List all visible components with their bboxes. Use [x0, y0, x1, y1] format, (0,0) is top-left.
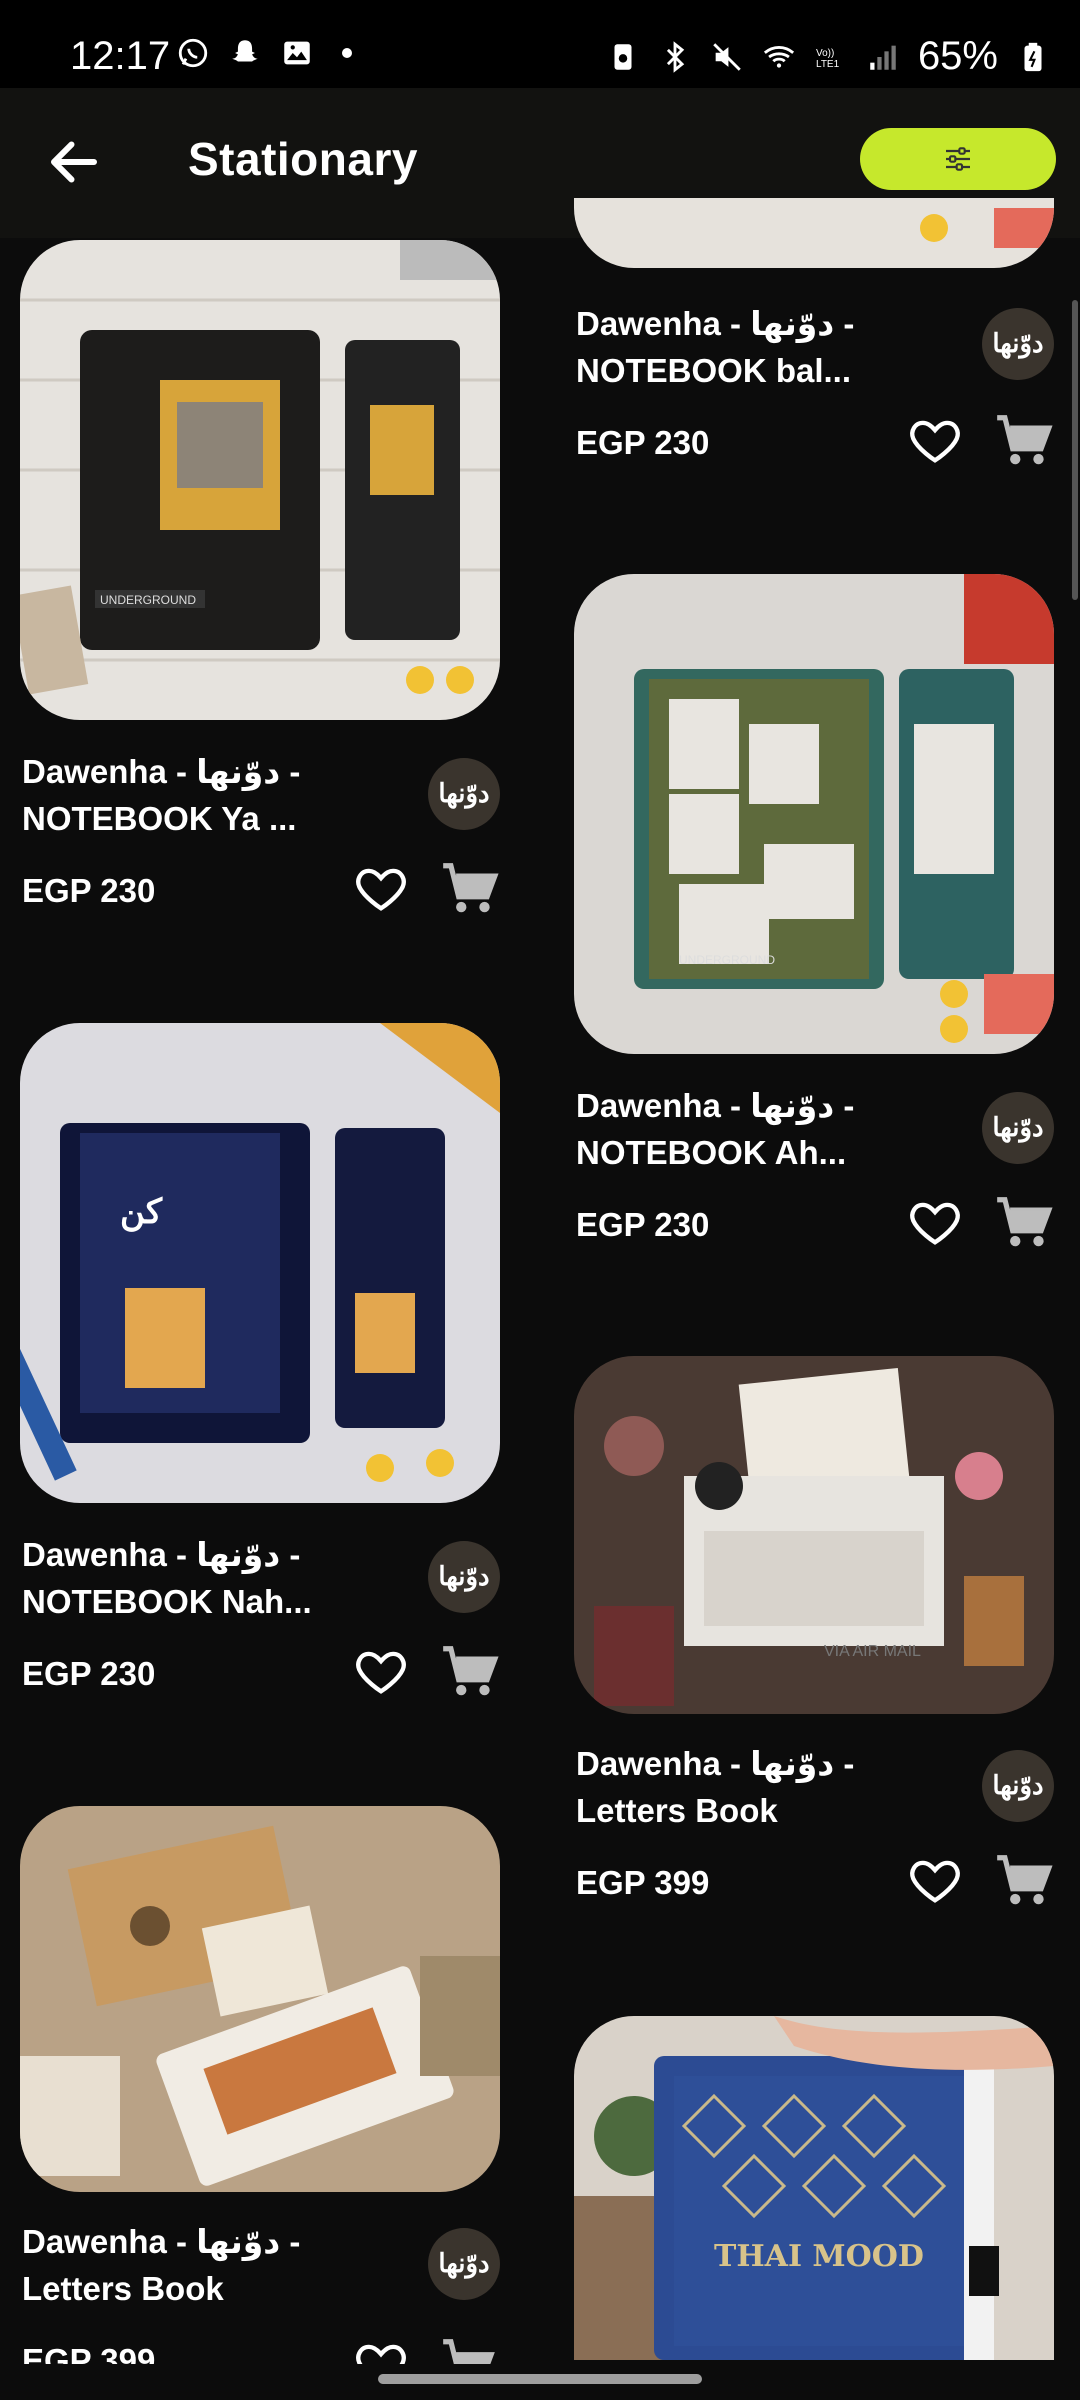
product-name-line2: Letters Book: [576, 1792, 778, 1829]
product-name-line1: Dawenha - دوّنها -: [22, 2223, 301, 2260]
product-price: EGP 230: [22, 872, 156, 909]
whatsapp-icon: [178, 38, 208, 68]
scroll-indicator[interactable]: [1072, 300, 1078, 600]
product-name-line1: Dawenha - دوّنها -: [22, 1536, 301, 1573]
cart-icon[interactable]: [438, 1641, 500, 1703]
product-name-line2: NOTEBOOK bal...: [576, 352, 852, 389]
brand-logo[interactable]: دوّنها: [428, 758, 500, 830]
product-price: EGP 399: [22, 2342, 156, 2364]
wifi-icon: [763, 45, 795, 68]
status-time: 12:17: [70, 34, 171, 78]
gesture-navigation-bar[interactable]: [378, 2374, 702, 2384]
product-price: EGP 230: [22, 1655, 156, 1692]
page-title: Stationary: [188, 133, 418, 185]
heart-icon[interactable]: [352, 860, 410, 918]
product-name-line2: Letters Book: [22, 2270, 224, 2307]
product-image[interactable]: UNDERGROUND: [20, 240, 500, 720]
signal-icon: [870, 45, 896, 70]
product-image[interactable]: [574, 198, 1054, 268]
brand-logo[interactable]: دوّنها: [982, 1750, 1054, 1822]
cart-icon[interactable]: [992, 1192, 1054, 1254]
product-image[interactable]: كن: [20, 1023, 500, 1503]
svg-text:Vo)): Vo)): [816, 48, 834, 59]
product-name-line2: NOTEBOOK Nah...: [22, 1583, 312, 1620]
product-name-line1: Dawenha - دوّنها -: [576, 1087, 855, 1124]
lte-icon: Vo))LTE1: [816, 48, 840, 70]
status-bar: 12:17 Vo)) LTE1 65%: [0, 0, 1080, 88]
svg-text:كن: كن: [120, 1192, 163, 1232]
bluetooth-icon: [666, 40, 685, 73]
sliders-icon: [946, 147, 970, 171]
product-name-line1: Dawenha - دوّنها -: [576, 305, 855, 342]
product-name-line2: NOTEBOOK Ah...: [576, 1134, 847, 1171]
notebook-brand-text: UNDERGROUND: [100, 593, 196, 607]
mute-icon: [713, 42, 741, 71]
snapchat-icon: [232, 40, 258, 62]
product-price: EGP 399: [576, 1864, 710, 1901]
cart-icon[interactable]: [992, 1850, 1054, 1912]
notification-icons: [176, 36, 352, 70]
heart-icon[interactable]: [906, 1194, 964, 1252]
brand-logo[interactable]: دوّنها: [982, 1092, 1054, 1164]
product-image[interactable]: VIA AIR MAIL: [574, 1356, 1054, 1714]
cart-icon[interactable]: [992, 410, 1054, 472]
heart-icon[interactable]: [352, 1643, 410, 1701]
heart-icon[interactable]: [906, 412, 964, 470]
product-name-line1: Dawenha - دوّنها -: [22, 753, 301, 790]
product-price: EGP 230: [576, 1206, 710, 1243]
svg-text:LTE1: LTE1: [816, 59, 840, 70]
battery-percent: 65%: [917, 34, 998, 78]
product-image[interactable]: THAI MOOD: [574, 2016, 1054, 2360]
battery-saver-icon: [614, 43, 632, 70]
heart-icon[interactable]: [352, 2336, 410, 2364]
brand-logo[interactable]: دوّنها: [982, 308, 1054, 380]
product-image[interactable]: UNDERGROUND: [574, 574, 1054, 1054]
product-image[interactable]: [20, 1806, 500, 2192]
notebook-title-text: THAI MOOD: [714, 2239, 924, 2274]
gallery-icon: [284, 41, 310, 65]
brand-logo[interactable]: دوّنها: [428, 1541, 500, 1613]
back-arrow-icon[interactable]: [44, 132, 104, 192]
product-price: EGP 230: [576, 424, 710, 461]
brand-logo[interactable]: دوّنها: [428, 2228, 500, 2300]
battery-icon: [1024, 42, 1042, 71]
product-name-line2: NOTEBOOK Ya ...: [22, 800, 297, 837]
notebook-brand-text: UNDERGROUND: [679, 953, 775, 967]
stamp-text: VIA AIR MAIL: [824, 1643, 921, 1660]
heart-icon[interactable]: [906, 1852, 964, 1910]
system-icons: Vo)) LTE1 65%: [606, 34, 1050, 79]
product-name-line1: Dawenha - دوّنها -: [576, 1745, 855, 1782]
cart-icon[interactable]: [438, 858, 500, 920]
filter-button[interactable]: [860, 128, 1056, 190]
cart-icon[interactable]: [438, 2334, 500, 2364]
more-notifications-dot: [342, 48, 352, 58]
